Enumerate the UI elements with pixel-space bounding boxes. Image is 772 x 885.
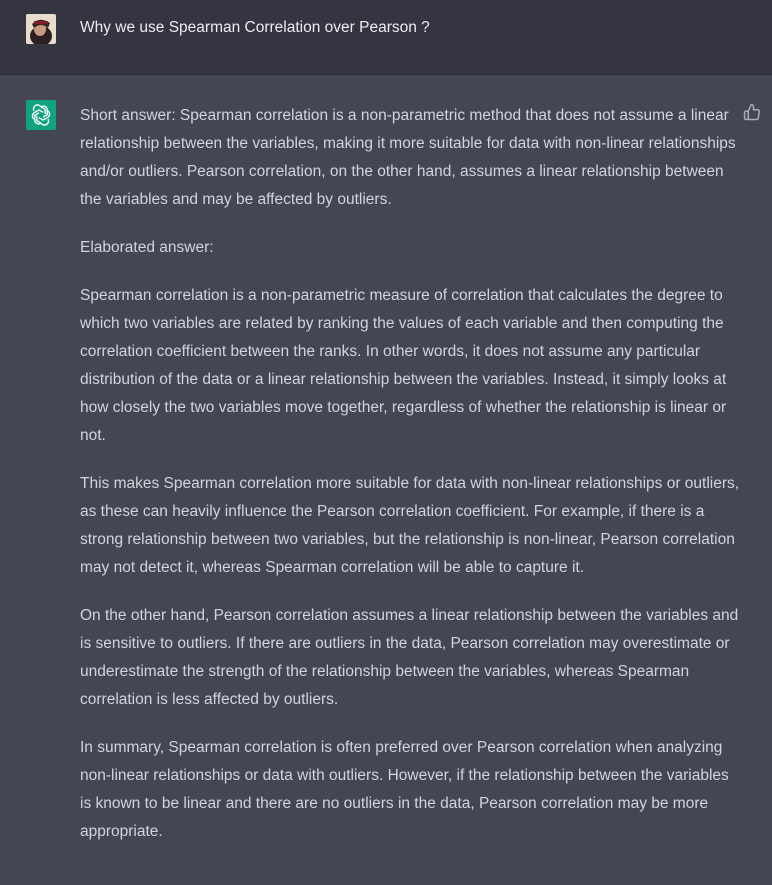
thumbs-up-icon[interactable]: [743, 103, 761, 121]
answer-paragraph: On the other hand, Pearson correlation a…: [80, 607, 739, 708]
answer-paragraph: Elaborated answer:: [80, 239, 214, 256]
user-question: Why we use Spearman Correlation over Pea…: [80, 19, 430, 36]
answer-paragraph: This makes Spearman correlation more sui…: [80, 475, 740, 576]
answer-paragraph: In summary, Spearman correlation is ofte…: [80, 739, 729, 840]
answer-paragraph: Spearman correlation is a non-parametric…: [80, 287, 727, 444]
assistant-answer: Short answer: Spearman correlation is a …: [80, 102, 740, 846]
user-avatar: [26, 14, 56, 44]
answer-paragraph: Short answer: Spearman correlation is a …: [80, 107, 736, 208]
user-message-row: Why we use Spearman Correlation over Pea…: [0, 0, 772, 75]
assistant-avatar: [26, 100, 56, 130]
user-photo-avatar-icon: [26, 14, 56, 44]
assistant-message-row: Short answer: Spearman correlation is a …: [0, 76, 772, 885]
openai-logo-icon: [31, 104, 51, 126]
